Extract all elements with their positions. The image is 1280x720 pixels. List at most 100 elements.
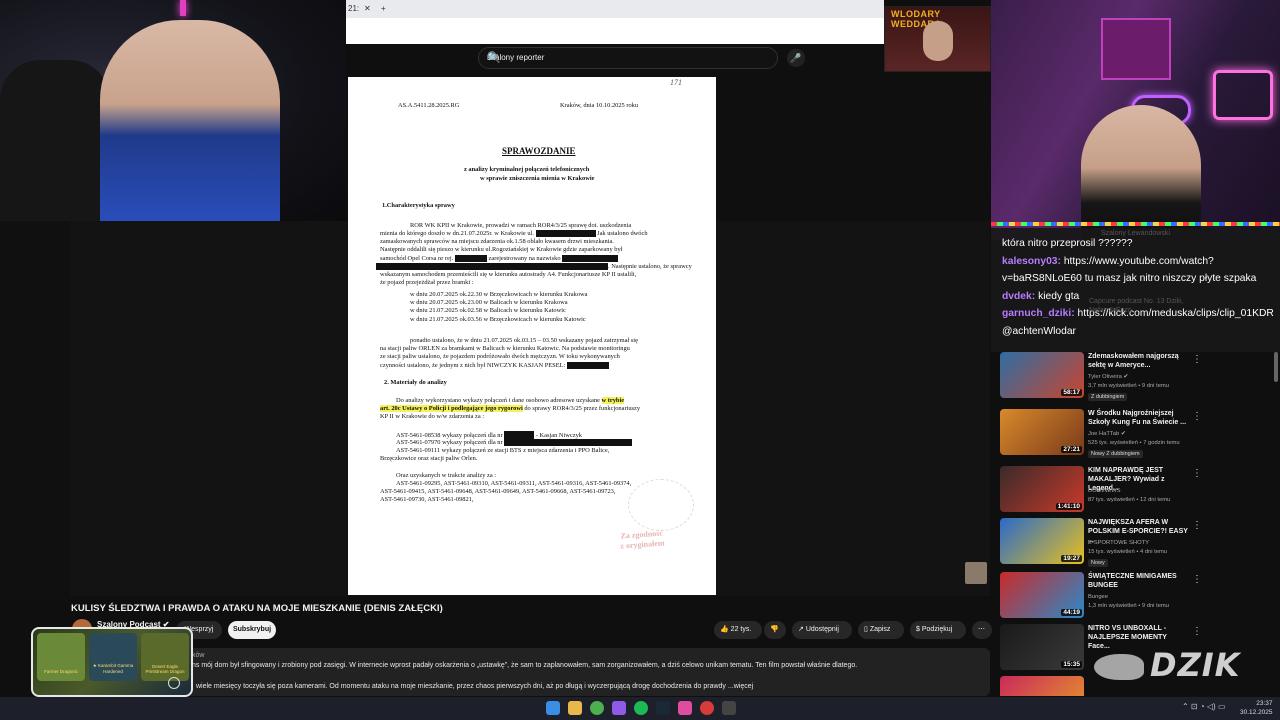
doc-line: ROR WK KPII w Krakowie, prowadzi w ramac… — [410, 222, 632, 229]
mini-avatar — [965, 562, 987, 584]
recommended-video[interactable]: 1:41:10 KIM NAPRAWDĘ JEST MAKALJER? Wywi… — [998, 466, 1280, 518]
clock[interactable]: 23:37 30.12.2025 — [1240, 699, 1273, 717]
video-thumbnail[interactable]: 19:27 — [1000, 518, 1084, 564]
video-meta: 87 tys. wyświetleń • 12 dni temu — [1088, 497, 1171, 503]
chat-text: v=baRS8NLoE60 tu masz jak nitro niszczy … — [1002, 273, 1257, 284]
browser-tab-strip: 21: ✕ + — [346, 0, 884, 18]
video-thumbnail[interactable]: 15:35 — [1000, 624, 1084, 670]
video-title[interactable]: W Środku Najgroźniejszej Szkoły Kung Fu … — [1088, 409, 1188, 427]
more-options-icon[interactable]: ⋮ — [1192, 468, 1202, 479]
close-tab-icon[interactable]: ✕ — [364, 4, 371, 13]
steam-icon[interactable] — [656, 701, 670, 715]
file-explorer-icon[interactable] — [568, 701, 582, 715]
doc-reference: AS.A.5411.28.2025.RG — [398, 102, 460, 109]
more-options-icon[interactable]: ⋮ — [1192, 520, 1202, 531]
system-tray-icons[interactable]: ⌃ ⊡ ◔ ◁) ▭ — [1182, 702, 1226, 711]
channel-name[interactable]: Tyler Oliveira ✔ — [1088, 374, 1128, 380]
start-icon[interactable] — [546, 701, 560, 715]
like-button[interactable]: 👍 22 tys. — [714, 621, 762, 639]
more-options-icon[interactable]: ⋮ — [1192, 626, 1202, 637]
video-thumbnail[interactable]: 27:21 — [1000, 409, 1084, 455]
video-title-main: KULISY ŚLEDZTWA I PRAWDA O ATAKU NA MOJE… — [71, 603, 443, 614]
video-meta: 525 tys. wyświetleń • 7 godzin temu — [1088, 440, 1180, 446]
more-options-icon[interactable]: ⋮ — [1192, 411, 1202, 422]
spotify-icon[interactable] — [634, 701, 648, 715]
channel-name[interactable]: E-SPORTOWE SHOTY — [1088, 540, 1149, 546]
channel-name[interactable]: DOMINEWS — [1088, 488, 1121, 494]
recommendations-list: 58:17 Zdemaskowałem najgorszą sektę w Am… — [998, 352, 1280, 696]
page-mark: 171 — [670, 78, 682, 87]
official-seal — [628, 479, 694, 531]
video-description[interactable]: ków ns mój dom był sfingowany i zrobiony… — [70, 648, 990, 696]
recommended-video[interactable]: 27:21 W Środku Najgroźniejszej Szkoły Ku… — [998, 409, 1280, 461]
video-thumbnail[interactable] — [1000, 676, 1084, 696]
stamp-line: z oryginałem — [620, 538, 665, 551]
led-strip — [991, 222, 1280, 226]
chat-user[interactable]: dvdek: — [1002, 291, 1035, 302]
doc-gate-line: w dniu 21.07.2025 ok.03.56 w Brzęczkowic… — [410, 316, 586, 323]
chat-ghost-text: Capcure podcast No. 13 Dziki, — [1089, 298, 1184, 305]
doc-line: zamaskowanych sprawców na miejscu zdarze… — [380, 238, 614, 245]
thanks-button[interactable]: $ Podziękuj — [910, 621, 966, 639]
gaming-chair — [0, 60, 110, 221]
circle-icon — [168, 677, 180, 689]
logo-portrait — [923, 21, 953, 61]
description-line: ns mój dom był sfingowany i zrobiony pod… — [192, 662, 858, 669]
app-icon[interactable] — [612, 701, 626, 715]
chat-user[interactable]: kalesony03: — [1002, 256, 1061, 267]
doc-section-1: 1.Charakterystyka sprawy — [382, 202, 455, 209]
neon-sign — [1213, 70, 1273, 120]
app-icon[interactable] — [722, 701, 736, 715]
search-icon[interactable]: 🔍 — [487, 51, 767, 64]
more-options-icon[interactable]: ⋮ — [1192, 574, 1202, 585]
video-thumbnail[interactable]: 1:41:10 — [1000, 466, 1084, 512]
chat-message: która nitro przeprosil ?????? — [1002, 235, 1280, 253]
search-box[interactable]: szalony reporter ⌨ ✕ 🔍 — [478, 47, 778, 69]
chat-user[interactable]: garnuch_dziki: — [1002, 308, 1075, 319]
skin-label: ★ Karambit Gamma Hardened — [92, 663, 134, 674]
recommended-video[interactable]: 44:19 ŚWIĄTECZNE MINIGAMES BUNGEE Bungee… — [998, 572, 1280, 624]
stream-logo-overlay: WLODARY WEDDARA — [884, 6, 991, 72]
skin-item: ★ Karambit Gamma Hardened — [89, 633, 137, 681]
recommended-video[interactable]: 19:27 NAJWIĘKSZA AFERA W POLSKIM E-SPORC… — [998, 518, 1280, 570]
save-button[interactable]: ▯ Zapisz — [858, 621, 904, 639]
doc-line: AST-5461-09415, AST-5461-09648, AST-5461… — [380, 488, 616, 495]
redaction — [376, 263, 608, 271]
more-actions-button[interactable]: ⋯ — [972, 621, 992, 639]
certified-stamp: Za zgodność z oryginałem — [619, 528, 665, 551]
recommendations-scrollbar[interactable] — [1274, 352, 1278, 382]
video-thumbnail[interactable]: 44:19 — [1000, 572, 1084, 618]
recommended-video[interactable]: 58:17 Zdemaskowałem najgorszą sektę w Am… — [998, 352, 1280, 404]
mic-icon[interactable]: 🎤 — [787, 49, 805, 67]
video-thumbnail[interactable]: 58:17 — [1000, 352, 1084, 398]
description-line: wiele miesięcy toczyła się poza kamerami… — [196, 683, 754, 690]
share-button[interactable]: ↗ Udostępnij — [792, 621, 852, 639]
video-title[interactable]: Zdemaskowałem najgorszą sektę w Ameryce.… — [1088, 352, 1188, 370]
doc-line: . Następnie ustalono, że sprawcy — [376, 263, 692, 271]
highlighted-text: w trybie — [601, 397, 625, 404]
chat-message: garnuch_dziki: https://kick.com/meduska/… — [1002, 305, 1280, 323]
tab-fragment[interactable]: 21: — [348, 4, 359, 13]
duration-badge: 27:21 — [1061, 446, 1082, 453]
chrome-alt-icon[interactable] — [700, 701, 714, 715]
chrome-icon[interactable] — [590, 701, 604, 715]
obs-icon[interactable] — [678, 701, 692, 715]
dislike-button[interactable]: 👎 — [764, 621, 786, 639]
chat-text: @achtenWlodar — [1002, 325, 1076, 337]
video-badge: Z dubbingiem — [1088, 393, 1128, 401]
video-title[interactable]: ŚWIĄTECZNE MINIGAMES BUNGEE — [1088, 572, 1188, 590]
doc-place-date: Kraków, dnia 10.10.2025 roku — [560, 102, 639, 109]
channel-name[interactable]: Joe HaTTab ✔ — [1088, 431, 1126, 437]
channel-name[interactable]: Bungee — [1088, 594, 1108, 600]
duration-badge: 15:35 — [1061, 661, 1082, 668]
doc-gate-line: w dniu 21.07.2025 ok.02.58 w Balicach w … — [410, 307, 566, 314]
more-options-icon[interactable]: ⋮ — [1192, 354, 1202, 365]
doc-line: AST-5461-09295, AST-5461-09310, AST-5461… — [396, 480, 632, 487]
new-tab-icon[interactable]: + — [381, 4, 386, 13]
streamer-left — [100, 20, 280, 221]
doc-text: do sprawy ROR4/3/25 przez funkcjonariusz… — [524, 405, 641, 412]
subscribe-button[interactable]: Subskrybuj — [228, 621, 276, 639]
highlighted-text: art. 20c Ustawy o Policji i podlegające … — [380, 405, 523, 412]
video-meta: 3,7 mln wyświetleń • 9 dni temu — [1088, 383, 1169, 389]
police-report-document: 171 AS.A.5411.28.2025.RG Kraków, dnia 10… — [348, 77, 716, 595]
